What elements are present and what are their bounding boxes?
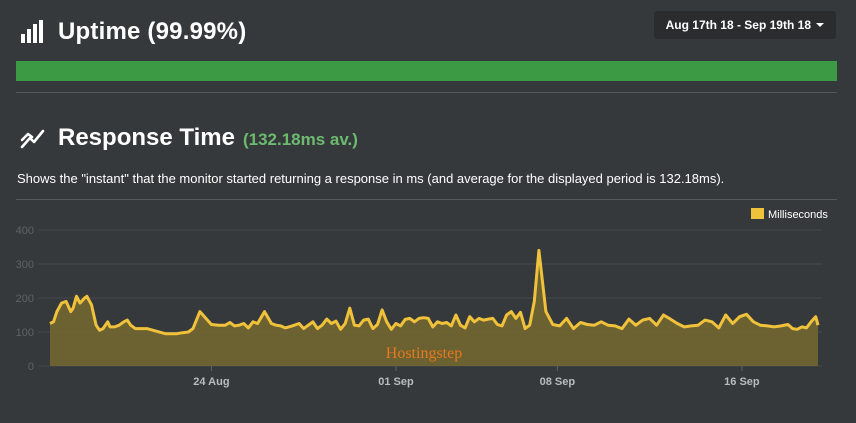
- date-range-dropdown[interactable]: Aug 17th 18 - Sep 19th 18: [653, 11, 836, 39]
- response-time-average: (132.18ms av.): [242, 129, 358, 149]
- uptime-dashboard: Uptime (99.99%) Aug 17th 18 - Sep 19th 1…: [0, 0, 856, 423]
- uptime-bar: [16, 61, 837, 81]
- response-time-description: Shows the "instant" that the monitor sta…: [17, 171, 725, 186]
- series-line: [49, 248, 820, 336]
- legend-swatch: [751, 208, 764, 219]
- response-time-chart-svg: 0 100 200 300 400 24 Aug 01 Sep 08 Sep 16 Sep Hos…: [16, 208, 828, 388]
- x-tick-label: 01 Sep: [378, 376, 414, 388]
- x-tick-label: 24 Aug: [193, 376, 229, 388]
- uptime-title: Uptime (99.99%): [58, 18, 247, 45]
- x-tick-label: 16 Sep: [724, 376, 760, 388]
- bar-chart-icon: [21, 20, 43, 43]
- y-tick-label: 200: [16, 293, 34, 305]
- x-tick-label: 08 Sep: [540, 376, 576, 388]
- y-tick-label: 0: [28, 361, 34, 373]
- response-time-chart: 0 100 200 300 400 24 Aug 01 Sep 08 Sep 16 Sep Hos…: [0, 200, 856, 423]
- uptime-header: Uptime (99.99%): [20, 16, 246, 48]
- caret-down-icon: [816, 23, 824, 27]
- section-divider: [16, 92, 837, 93]
- response-time-title: Response Time: [58, 124, 235, 151]
- watermark: Hostingstep: [386, 345, 462, 362]
- y-tick-label: 400: [16, 225, 34, 237]
- y-tick-label: 300: [16, 259, 34, 271]
- line-chart-icon: [20, 129, 45, 149]
- legend-label: Milliseconds: [768, 209, 828, 221]
- response-time-header: Response Time (132.18ms av.): [20, 122, 358, 154]
- date-range-label: Aug 17th 18 - Sep 19th 18: [665, 18, 811, 32]
- y-tick-label: 100: [16, 327, 34, 339]
